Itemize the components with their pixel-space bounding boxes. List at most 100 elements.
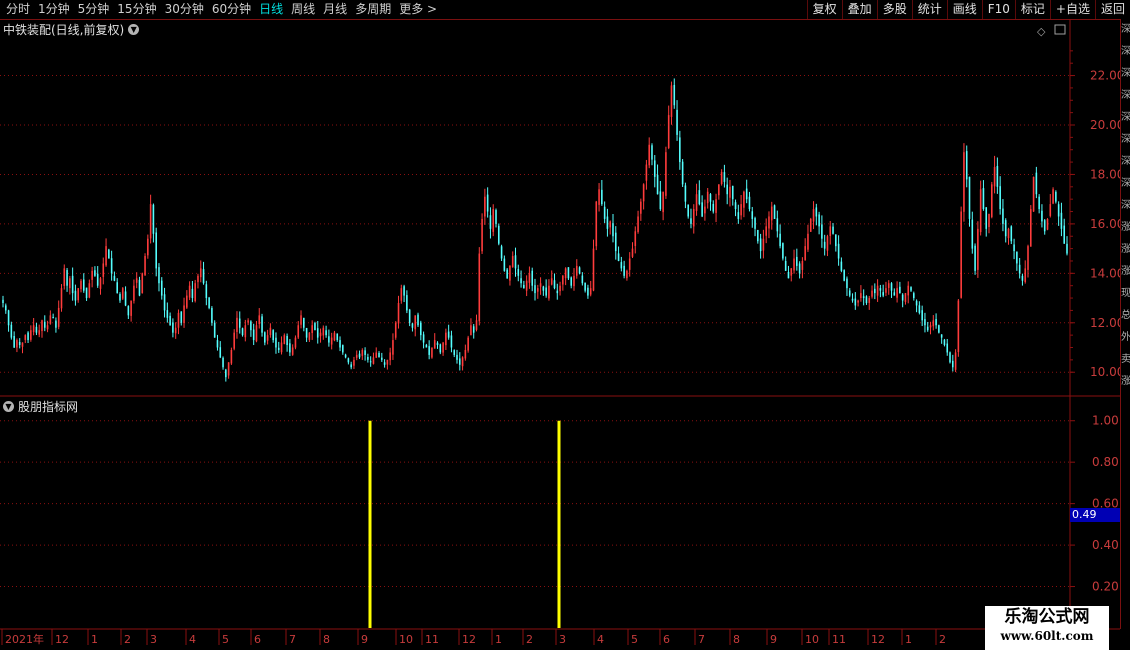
candle-body: [737, 212, 740, 219]
candle-body: [503, 258, 506, 271]
candle-body: [105, 246, 107, 266]
candle-body: [355, 354, 358, 358]
candle-body: [559, 285, 561, 292]
candle-body: [495, 210, 497, 224]
indicator-tick-label: 1.00: [1092, 414, 1119, 428]
candle-body: [971, 219, 974, 249]
candle-body: [277, 347, 280, 350]
candle-body: [169, 315, 171, 326]
candle-body: [787, 271, 790, 279]
candle-body: [188, 285, 191, 298]
candle-body: [517, 269, 520, 276]
candle-body: [653, 160, 656, 177]
candle-body: [801, 260, 804, 270]
candle-body: [339, 340, 341, 348]
candle-body: [43, 321, 46, 328]
candle-body: [403, 286, 405, 296]
signal-bar: [557, 420, 561, 628]
candle-body: [422, 334, 425, 343]
candle-body: [968, 176, 971, 219]
candle-body: [88, 283, 91, 298]
candle-body: [152, 204, 155, 234]
candle-body: [38, 330, 41, 335]
candle-body: [846, 278, 848, 289]
candle-body: [425, 344, 428, 348]
candle-body: [119, 294, 121, 301]
candle-body: [595, 201, 598, 247]
candle-body: [66, 270, 68, 286]
candle-body: [626, 270, 628, 279]
candle-body: [726, 184, 728, 195]
candle-body: [979, 189, 982, 233]
candle-body: [121, 288, 124, 299]
candle-body: [1038, 196, 1040, 210]
candle-body: [272, 330, 274, 341]
candle-body: [623, 265, 625, 276]
time-tick-label: 10: [399, 633, 413, 646]
candle-body: [901, 294, 904, 301]
candle-body: [779, 233, 781, 247]
candle-body: [1049, 204, 1052, 216]
candle-body: [91, 270, 93, 280]
time-tick-label: 4: [597, 633, 604, 646]
candle-body: [985, 207, 988, 229]
chevron-down-icon[interactable]: ▼: [128, 24, 140, 35]
candle-body: [1043, 220, 1046, 232]
time-tick-label: 8: [323, 633, 330, 646]
candle-body: [704, 206, 706, 214]
candle-body: [506, 269, 508, 279]
time-tick-label: 6: [663, 633, 670, 646]
candle-body: [511, 256, 514, 268]
candle-body: [280, 342, 283, 353]
right-strip-glyph: 深: [1121, 134, 1130, 145]
candle-body: [587, 287, 589, 296]
time-tick-label: 4: [189, 633, 196, 646]
candle-body: [197, 275, 199, 283]
candle-body: [216, 340, 219, 348]
candle-body: [247, 320, 249, 323]
candle-body: [227, 362, 230, 376]
candle-body: [723, 172, 726, 182]
candles-layer: [2, 78, 1068, 382]
candle-body: [21, 342, 24, 347]
candle-body: [843, 270, 845, 281]
candle-body: [378, 352, 380, 358]
candle-body: [1004, 220, 1007, 237]
candle-body: [893, 292, 896, 296]
candle-body: [32, 325, 35, 333]
candle-body: [670, 85, 673, 117]
candle-body: [372, 357, 375, 364]
stock-title: 中铁装配(日线,前复权): [3, 23, 125, 37]
candle-body: [458, 358, 461, 365]
candle-body: [837, 243, 840, 259]
right-strip-glyph: 深: [1121, 178, 1130, 189]
candle-body: [13, 336, 15, 348]
time-tick-label: 2021年: [5, 632, 44, 646]
candle-body: [205, 284, 208, 299]
candle-body: [389, 352, 391, 361]
candle-body: [924, 319, 926, 326]
candle-body: [740, 204, 742, 216]
candle-body: [815, 207, 818, 217]
candle-body: [692, 209, 695, 227]
candle-body: [637, 216, 639, 232]
candle-body: [333, 332, 336, 341]
candle-body: [818, 214, 820, 227]
candle-body: [1041, 210, 1043, 222]
candle-body: [550, 278, 553, 285]
chevron-down-icon[interactable]: ▼: [3, 401, 14, 412]
candle-body: [957, 300, 960, 353]
candle-body: [617, 253, 620, 261]
candle-body: [406, 295, 408, 311]
candle-body: [27, 332, 29, 341]
candle-body: [762, 238, 765, 251]
time-tick-label: 10: [805, 633, 819, 646]
candle-body: [573, 275, 575, 287]
candle-body: [520, 278, 522, 284]
candle-body: [300, 315, 302, 325]
kline-chart[interactable]: 22.0020.0018.0016.0014.0012.0010.001.000…: [0, 0, 1130, 650]
candle-body: [731, 185, 734, 200]
candle-body: [386, 359, 389, 365]
candle-body: [16, 340, 18, 348]
candle-body: [411, 323, 414, 328]
